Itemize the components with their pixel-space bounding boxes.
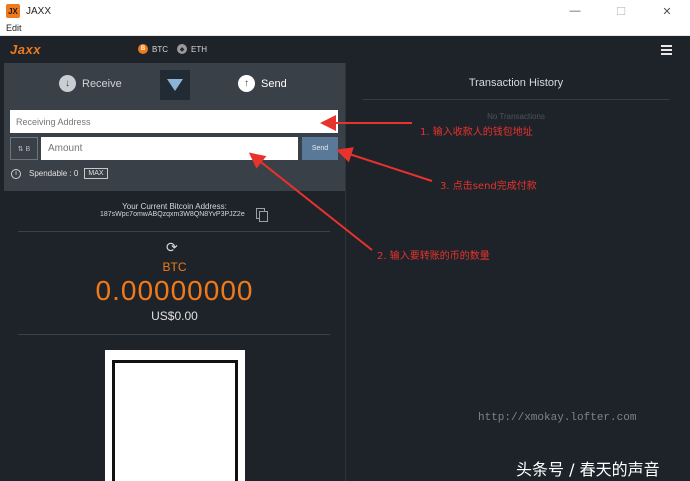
send-tab[interactable]: ↑ Send bbox=[238, 75, 287, 92]
arrow-up-icon: ↑ bbox=[238, 75, 255, 92]
jaxx-logo: Jaxx bbox=[10, 42, 41, 57]
divider bbox=[18, 334, 330, 335]
info-icon[interactable]: i bbox=[11, 168, 21, 179]
history-empty-text: No Transactions bbox=[487, 112, 545, 121]
qr-code-frame bbox=[112, 360, 238, 481]
balance-fiat: US$0.00 bbox=[151, 309, 198, 323]
balance-coin: BTC bbox=[162, 260, 187, 274]
menu-bar: Edit bbox=[0, 22, 690, 36]
current-address-label: Your Current Bitcoin Address: bbox=[122, 202, 227, 211]
coin-tab-eth[interactable]: ◆ ETH bbox=[177, 44, 207, 54]
fox-icon bbox=[167, 79, 183, 91]
unit-toggle-button[interactable]: ⇅ B bbox=[10, 137, 38, 160]
divider bbox=[18, 231, 330, 232]
arrow-down-icon: ↓ bbox=[59, 75, 76, 92]
max-button[interactable]: MAX bbox=[84, 168, 108, 179]
window-controls: — ☐ ✕ bbox=[552, 0, 690, 22]
history-title: Transaction History bbox=[468, 77, 564, 89]
history-divider bbox=[362, 99, 670, 100]
jaxx-window: JX JAXX — ☐ ✕ Edit Jaxx B BTC ◆ ETH ↓ Re… bbox=[0, 0, 690, 481]
bitcoin-icon: B bbox=[138, 44, 148, 54]
spendable-row: i Spendable : 0 MAX bbox=[11, 168, 108, 179]
coin-tab-label: BTC bbox=[152, 44, 168, 54]
receive-tab[interactable]: ↓ Receive bbox=[59, 75, 122, 92]
balance-value: 0.00000000 bbox=[95, 275, 254, 306]
refresh-icon[interactable]: ⟳ bbox=[166, 239, 178, 256]
close-button[interactable]: ✕ bbox=[644, 0, 690, 22]
window-titlebar: JX JAXX — ☐ ✕ bbox=[0, 0, 690, 22]
maximize-button[interactable]: ☐ bbox=[598, 0, 644, 22]
current-address: 187sWpc7omwABQzqxm3W8QN8YvP3PJZ2e bbox=[100, 211, 245, 218]
send-button[interactable]: Send bbox=[302, 137, 338, 160]
mode-bar: ↓ Receive ↑ Send bbox=[4, 63, 345, 105]
amount-input[interactable] bbox=[41, 137, 298, 160]
send-label: Send bbox=[261, 77, 287, 90]
coin-tab-label: ETH bbox=[191, 44, 207, 54]
send-form: ⇅ B Send i Spendable : 0 MAX bbox=[4, 105, 345, 191]
wallet-panel: ↓ Receive ↑ Send ⇅ B Send i Spendable : … bbox=[4, 63, 345, 481]
coin-tab-btc[interactable]: B BTC bbox=[138, 44, 168, 54]
window-title: JAXX bbox=[26, 5, 52, 17]
app-header: Jaxx B BTC ◆ ETH bbox=[0, 37, 690, 63]
receiving-address-input[interactable] bbox=[10, 110, 338, 133]
jaxx-app-icon: JX bbox=[6, 4, 20, 18]
spendable-label: Spendable : 0 bbox=[29, 169, 79, 178]
minimize-button[interactable]: — bbox=[552, 0, 598, 22]
qr-code bbox=[105, 350, 245, 481]
hamburger-menu-icon[interactable] bbox=[661, 45, 672, 55]
history-panel: Transaction History No Transactions bbox=[346, 63, 690, 481]
ethereum-icon: ◆ bbox=[177, 44, 187, 54]
jaxx-fox-badge bbox=[160, 70, 190, 100]
receive-label: Receive bbox=[82, 77, 122, 90]
copy-icon[interactable] bbox=[256, 208, 268, 222]
menu-edit[interactable]: Edit bbox=[6, 23, 22, 33]
